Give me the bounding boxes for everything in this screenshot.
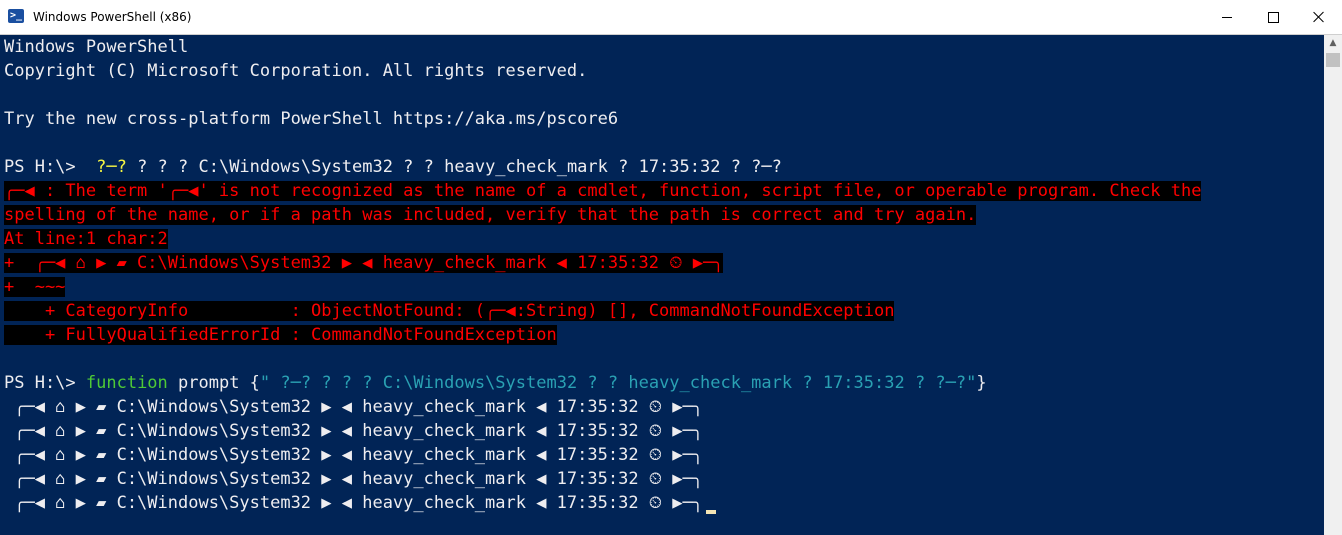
custom-prompt-line: ╭─◀ ⌂ ▶ ▰ C:\Windows\System32 ▶ ◀ heavy_…: [4, 445, 703, 465]
current-prompt-line[interactable]: ╭─◀ ⌂ ▶ ▰ C:\Windows\System32 ▶ ◀ heavy_…: [4, 491, 716, 515]
error-line: + FullyQualifiedErrorId : CommandNotFoun…: [4, 323, 557, 347]
maximize-button[interactable]: [1250, 0, 1296, 34]
banner-pscore-hint: Try the new cross-platform PowerShell ht…: [4, 109, 619, 129]
error-line: At line:1 char:2: [4, 227, 168, 251]
custom-prompt-line: ╭─◀ ⌂ ▶ ▰ C:\Windows\System32 ▶ ◀ heavy_…: [4, 469, 703, 489]
prompt-arg-highlight: ?─?: [85, 157, 127, 177]
custom-prompt-line: ╭─◀ ⌂ ▶ ▰ C:\Windows\System32 ▶ ◀ heavy_…: [4, 397, 703, 417]
prompt-prefix: PS H:\>: [4, 373, 86, 393]
powershell-window: >_ Windows PowerShell (x86) Windows Powe…: [0, 0, 1342, 535]
title-bar[interactable]: >_ Windows PowerShell (x86): [0, 0, 1342, 35]
text-cursor: [706, 510, 716, 514]
function-string: " ?─? ? ? ? C:\Windows\System32 ? ? heav…: [259, 373, 977, 393]
error-fully-qualified-id: + FullyQualifiedErrorId : CommandNotFoun…: [4, 325, 557, 345]
custom-prompt-text: ╭─◀ ⌂ ▶ ▰ C:\Windows\System32 ▶ ◀ heavy_…: [4, 493, 703, 513]
scroll-up-arrow-icon[interactable]: ▲: [1324, 35, 1342, 52]
second-prompt-line: PS H:\> function prompt {" ?─? ? ? ? C:\…: [4, 371, 987, 395]
close-icon: [1313, 11, 1325, 23]
prompt-prefix: PS H:\>: [4, 157, 86, 177]
function-close: }: [976, 373, 987, 393]
maximize-icon: [1267, 11, 1279, 23]
minimize-button[interactable]: [1204, 0, 1250, 34]
banner-title: Windows PowerShell: [4, 37, 189, 57]
error-line: + CategoryInfo : ObjectNotFound: (╭─◀:St…: [4, 299, 895, 323]
error-message-line1: ╭─◀ : The term '╭─◀' is not recognized a…: [4, 181, 1202, 201]
error-line: + ~~~: [4, 275, 66, 299]
console-output[interactable]: Windows PowerShell Copyright (C) Microso…: [0, 35, 1324, 535]
function-keyword: function: [85, 373, 168, 393]
vertical-scrollbar[interactable]: ▲: [1324, 35, 1342, 535]
error-line: ╭─◀ : The term '╭─◀' is not recognized a…: [4, 179, 1202, 203]
error-line: + ╭─◀ ⌂ ▶ ▰ C:\Windows\System32 ▶ ◀ heav…: [4, 251, 724, 275]
close-button[interactable]: [1296, 0, 1342, 34]
prompt-arg-rest: ? ? ? C:\Windows\System32 ? ? heavy_chec…: [126, 157, 782, 177]
error-source-line: + ╭─◀ ⌂ ▶ ▰ C:\Windows\System32 ▶ ◀ heav…: [4, 253, 724, 273]
custom-prompt-line: ╭─◀ ⌂ ▶ ▰ C:\Windows\System32 ▶ ◀ heavy_…: [4, 421, 703, 441]
function-name: prompt {: [167, 373, 260, 393]
first-prompt-line: PS H:\> ?─? ? ? ? C:\Windows\System32 ? …: [4, 155, 782, 179]
error-category-info: + CategoryInfo : ObjectNotFound: (╭─◀:St…: [4, 301, 895, 321]
error-position: At line:1 char:2: [4, 229, 168, 249]
error-line: spelling of the name, or if a path was i…: [4, 203, 977, 227]
error-message-line2: spelling of the name, or if a path was i…: [4, 205, 977, 225]
banner-copyright: Copyright (C) Microsoft Corporation. All…: [4, 61, 588, 81]
minimize-icon: [1222, 16, 1232, 18]
powershell-icon[interactable]: >_: [8, 9, 24, 23]
window-title: Windows PowerShell (x86): [33, 10, 192, 24]
error-marker-line: + ~~~: [4, 277, 66, 297]
scroll-thumb[interactable]: [1326, 53, 1340, 67]
